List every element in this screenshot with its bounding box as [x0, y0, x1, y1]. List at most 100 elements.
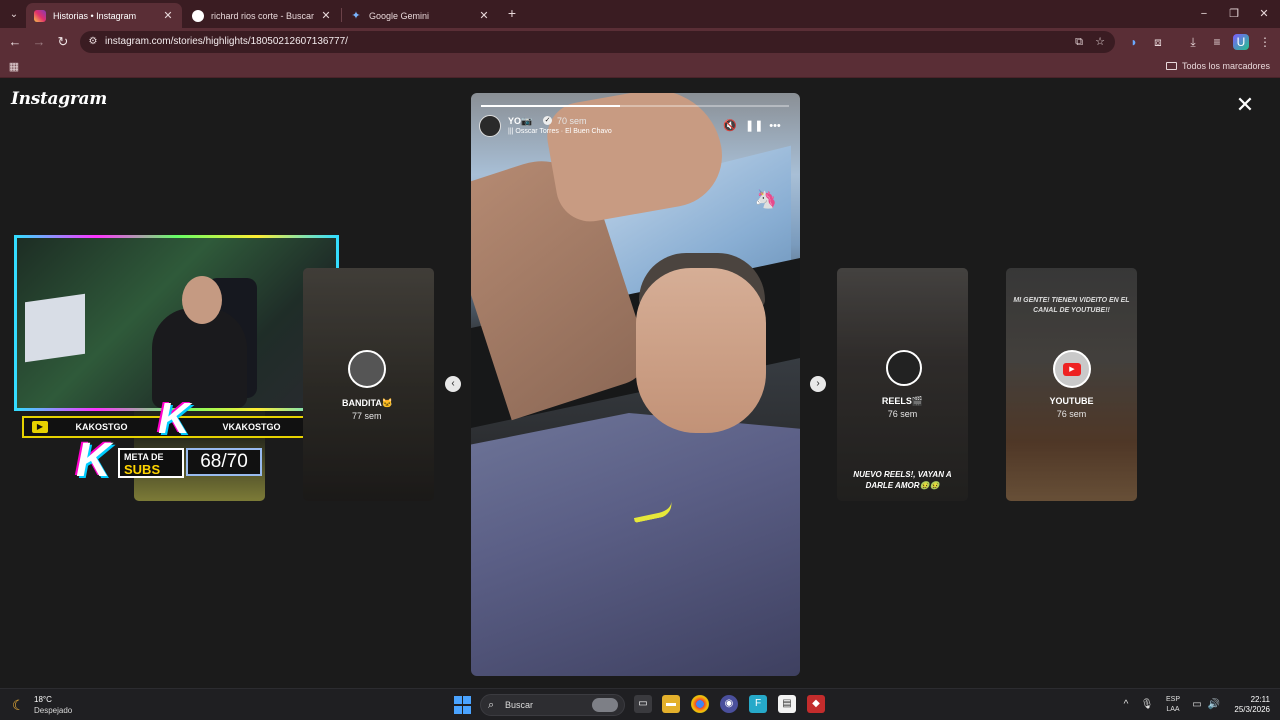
start-tile — [463, 696, 471, 704]
new-tab-button[interactable]: + — [505, 6, 519, 20]
k-logo-large: K — [76, 434, 111, 487]
k-logo: K — [158, 394, 190, 443]
voice-extension-icon[interactable]: ◗ — [1126, 34, 1142, 50]
instagram-logo[interactable]: Instagram — [11, 89, 107, 109]
reading-list-icon[interactable]: ≡ — [1209, 34, 1225, 50]
folder-icon — [1165, 62, 1177, 70]
forward-icon[interactable]: → — [31, 34, 47, 50]
close-tab-icon[interactable]: ✕ — [478, 9, 490, 22]
subs-goal-label: META DE SUBS — [118, 448, 184, 478]
chrome-icon[interactable] — [691, 695, 709, 713]
next-story-button[interactable]: › — [810, 376, 826, 392]
story-username[interactable]: YO📷 — [508, 116, 532, 127]
previous-story-button[interactable]: ‹ — [445, 376, 461, 392]
start-tile — [463, 705, 471, 714]
current-story[interactable]: YO📷 ✓ 70 sem ||| Osscar Torres · El Buen… — [471, 93, 800, 676]
weather-temperature[interactable]: 18°C — [34, 695, 52, 704]
youtube-avatar: ▶ — [1053, 350, 1091, 388]
all-bookmarks-label: Todos los marcadores — [1181, 61, 1270, 71]
preview-name: YOUTUBE — [1049, 396, 1094, 406]
close-window-button[interactable]: ✕ — [1256, 6, 1272, 22]
instagram-icon — [34, 9, 46, 22]
story-progress-fill — [481, 105, 620, 107]
preview-name: BANDITA🐱 — [342, 398, 394, 408]
show-hidden-icons-icon[interactable]: ^ — [1119, 698, 1133, 712]
right-channel-name: VKAKOSTGO — [222, 422, 281, 432]
weather-description[interactable]: Despejado — [34, 706, 72, 715]
gemini-icon: ✦ — [351, 9, 361, 22]
game-app-icon[interactable]: ◆ — [807, 695, 825, 713]
tab-label: richard rios corte - Buscar con Google — [211, 10, 314, 21]
language-indicator[interactable]: ESP LAA — [1163, 695, 1183, 715]
all-bookmarks-button[interactable]: Todos los marcadores — [1165, 61, 1270, 71]
story-music[interactable]: ||| Osscar Torres · El Buen Chavo — [508, 128, 612, 135]
stream-overlay-frame — [14, 235, 339, 411]
language-code: ESP — [1165, 696, 1180, 703]
media-app-icon[interactable]: ◉ — [720, 695, 738, 713]
start-tile — [454, 696, 462, 704]
search-highlight-icon — [592, 698, 618, 712]
clock-time: 22:11 — [1250, 695, 1270, 704]
address-bar[interactable]: ⚙ instagram.com/stories/highlights/18050… — [80, 31, 1115, 53]
pause-icon[interactable]: ❚❚ — [745, 119, 763, 133]
moon-weather-icon[interactable]: ☾ — [12, 696, 30, 714]
stream-scene-head — [182, 276, 222, 324]
task-view-icon[interactable]: ▭ — [634, 695, 652, 713]
tab-instagram[interactable]: Historias • Instagram ✕ — [26, 3, 182, 28]
google-icon — [192, 9, 204, 22]
download-icon[interactable]: ⤓ — [1185, 34, 1201, 50]
url-text[interactable]: instagram.com/stories/highlights/1805021… — [105, 36, 348, 47]
minimize-button[interactable]: − — [1196, 6, 1212, 22]
reels-avatar — [886, 350, 922, 386]
back-icon[interactable]: ← — [7, 34, 23, 50]
windows-taskbar: ☾ 18°C Despejado ⌕ Buscar ▭ ▬ ◉ F ▤ ◆ ^ … — [0, 688, 1280, 720]
reload-icon[interactable]: ↻ — [55, 34, 71, 50]
preview-top-caption: MI GENTE! TIENEN VIDEITO EN EL CANAL DE … — [1013, 297, 1130, 314]
profile-avatar[interactable]: U — [1233, 34, 1249, 50]
f-app-icon[interactable]: F — [749, 695, 767, 713]
extensions-icon[interactable]: ⧈ — [1150, 34, 1166, 50]
jersey — [471, 413, 800, 676]
close-tab-icon[interactable]: ✕ — [320, 9, 332, 22]
tab-label: Historias • Instagram — [53, 10, 137, 21]
site-info-icon[interactable]: ⚙ — [86, 35, 100, 49]
preview-caption: NUEVO REELS!, VAYAN A DARLE AMOR🤢🤢 — [853, 470, 952, 490]
menu-kebab-icon[interactable]: ⋮ — [1257, 34, 1273, 50]
more-options-icon[interactable]: ••• — [768, 119, 782, 133]
meta-label-line2: SUBS — [124, 462, 161, 477]
tab-search-icon[interactable]: ⌄ — [6, 6, 22, 22]
volume-icon[interactable]: 🔊 — [1207, 698, 1221, 712]
stream-scene-monitor — [25, 293, 85, 363]
story-preview-youtube[interactable]: MI GENTE! TIENEN VIDEITO EN EL CANAL DE … — [1006, 268, 1137, 501]
taskbar-search[interactable]: ⌕ Buscar — [480, 694, 625, 716]
story-avatar[interactable] — [479, 115, 501, 137]
youtube-play-icon: ▶ — [1063, 362, 1081, 376]
left-channel-name: KAKOSTGO — [75, 422, 128, 432]
story-preview-reels[interactable]: REELS🎬 76 sem NUEVO REELS!, VAYAN A DARL… — [837, 268, 968, 501]
file-explorer-icon[interactable]: ▬ — [662, 695, 680, 713]
network-icon[interactable]: ▭ — [1190, 698, 1204, 712]
install-app-icon[interactable]: ⧉ — [1072, 35, 1086, 49]
microphone-icon[interactable]: 🎙 — [1140, 698, 1154, 712]
start-button[interactable] — [454, 696, 472, 714]
close-tab-icon[interactable]: ✕ — [162, 9, 174, 22]
story-progress-bar — [481, 105, 789, 107]
start-tile — [454, 705, 462, 714]
language-layout: LAA — [1166, 706, 1180, 713]
close-viewer-button[interactable]: ✕ — [1235, 94, 1255, 116]
tab-gemini[interactable]: ✦ Google Gemini ✕ — [342, 3, 498, 28]
meta-label-line1: META DE — [124, 452, 164, 462]
unicorn-sticker-icon: 🦄 — [754, 189, 778, 209]
system-clock[interactable]: 22:11 25/3/2026 — [1228, 695, 1270, 715]
tab-google-search[interactable]: richard rios corte - Buscar con Google ✕ — [184, 3, 340, 28]
bookmark-star-icon[interactable]: ☆ — [1093, 35, 1107, 49]
notepad-icon[interactable]: ▤ — [778, 695, 796, 713]
search-icon: ⌕ — [488, 699, 495, 711]
mute-icon[interactable]: 🔇 — [723, 119, 737, 133]
browser-toolbar: ← → ↻ ⚙ instagram.com/stories/highlights… — [0, 28, 1280, 56]
apps-grid-icon[interactable]: ▦ — [7, 60, 21, 74]
restore-button[interactable]: ❐ — [1226, 6, 1242, 22]
bandita-avatar — [348, 350, 386, 388]
verified-badge-icon: ✓ — [543, 116, 552, 125]
clock-date: 25/3/2026 — [1234, 705, 1270, 714]
